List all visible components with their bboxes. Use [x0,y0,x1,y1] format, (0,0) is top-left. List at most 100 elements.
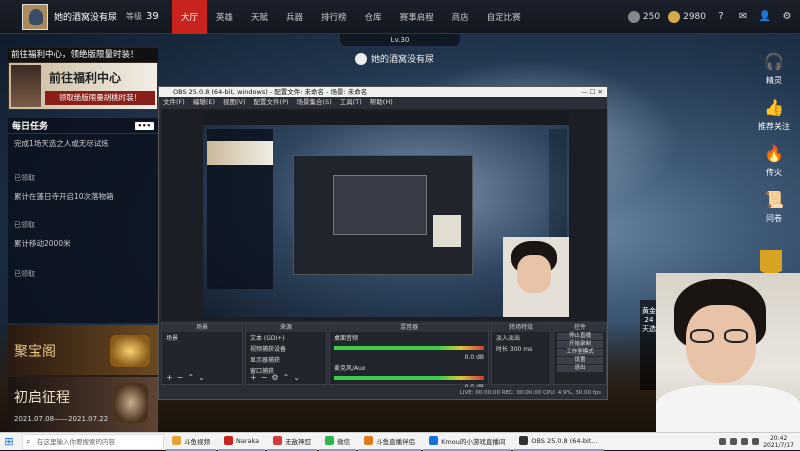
exit-button[interactable]: 退出 [557,365,603,372]
source-buttons[interactable]: +−⚙⌃⌄ [250,373,304,382]
webcam-overlay [656,273,800,432]
tray-icon[interactable] [741,438,749,445]
username: 她的酒窝没有尿 [54,13,118,23]
promo-title: 前往福利中心，领绝版限量时装！ [8,48,158,62]
task-item: 已领取 累计移动2000米 [8,214,158,253]
clock-time: 20:42 [769,434,788,442]
scene-item[interactable]: 场景 [162,332,242,343]
menu-tools[interactable]: 工具(T) [340,97,362,107]
preview-mini-cam [433,215,461,247]
scene-buttons[interactable]: +−⌃⌄ [166,373,209,382]
taskbar-search[interactable]: 在这里输入你要搜索的内容 [22,433,164,450]
menu-file[interactable]: 文件(F) [163,97,185,107]
tab-lobby[interactable]: 大厅 [172,0,208,34]
taskbar-app[interactable]: 微信 [319,433,357,451]
sources-header: 来源 [246,324,326,332]
audio-meter [334,376,484,380]
window-controls[interactable]: — ☐ ✕ [581,87,603,97]
tab-events[interactable]: 赛事启程 [391,0,443,34]
settings-button[interactable]: 设置 [557,357,603,364]
sidebar-item-fire[interactable]: 🔥 传火 [748,144,800,178]
tab-leaderboard[interactable]: 排行榜 [312,0,356,34]
sidebar-item-spirit[interactable]: 🎧 精灵 [748,52,800,86]
mixer-level: 0.0 dB [464,354,484,361]
task-item: 已领取 [8,263,158,283]
taskbar-app[interactable]: OBS 25.0.8 (64-bit... [513,433,604,451]
treasure-label: 聚宝阁 [14,344,56,360]
taskbar: ⊞ 在这里输入你要搜索的内容 斗鱼视频 Naraka 无敌神怼 微信 斗鱼直播伴… [0,432,800,451]
taskbar-app-label: 斗鱼直播伴侣 [376,437,416,446]
tasks-title: 每日任务 [12,122,49,132]
task-item: 已领取 累计在蓬日寺开启10次落物箱 [8,167,158,206]
source-item[interactable]: 视频捕获设备 [246,343,326,354]
user-icon[interactable]: 👤 [758,10,772,24]
treasure-pavilion[interactable]: 聚宝阁 [8,325,158,375]
obs-title-bar[interactable]: OBS 25.0.8 (64-bit, windows) - 配置文件: 未命名… [159,87,607,97]
transition-duration[interactable]: 时长 300 ms [492,343,550,354]
sidebar-item-recommend[interactable]: 👍 推荐关注 [748,98,800,132]
source-item[interactable]: 显示器捕获 [246,354,326,365]
sidebar-item-label: 精灵 [766,76,782,85]
tray-icon[interactable] [752,438,760,445]
taskbar-app[interactable]: Naraka [218,433,266,451]
tasks-more-button[interactable]: ••• [134,121,154,130]
taskbar-app-label: Kmou的小游戏直播间 [441,437,506,446]
tab-heroes[interactable]: 英雄 [207,0,242,34]
event-dates: 2021.07.08——2021.07.22 [14,415,109,423]
taskbar-app[interactable]: Kmou的小游戏直播间 [423,433,512,451]
windows-start-icon[interactable]: ⊞ [0,433,18,451]
tab-talents[interactable]: 天赋 [242,0,277,34]
menu-scene-collection[interactable]: 场景集合(S) [297,97,332,107]
clock[interactable]: 20:42 2021/7/17 [763,435,794,449]
mixer-channel-label: 麦克风/Aux [334,365,366,372]
settings-icon[interactable]: ⚙ [780,10,794,24]
app-icon [172,436,181,445]
avatar[interactable] [22,3,48,30]
taskbar-app-label: 微信 [337,437,351,446]
menu-edit[interactable]: 编辑(E) [193,97,215,107]
event-hat-icon [114,383,148,423]
menu-help[interactable]: 帮助(H) [370,97,393,107]
start-record-button[interactable]: 开始录制 [557,341,603,348]
taskbar-app[interactable]: 斗鱼视频 [166,433,216,451]
transition-select[interactable]: 淡入淡出 [492,332,550,343]
event-banner[interactable]: 初启征程 2021.07.08——2021.07.22 [8,377,158,435]
top-bar: 她的酒窝没有尿 等级 39 大厅 英雄 天赋 兵器 排行榜 仓库 赛事启程 商店… [0,0,800,34]
preview-nested-window-2 [333,175,427,235]
menu-profile[interactable]: 配置文件(P) [254,97,289,107]
tab-custom-match[interactable]: 自定比赛 [478,0,530,34]
gold-currency[interactable]: 2980 [668,10,706,23]
rank-value: 39 [146,11,159,22]
task-item: 完成1场天选之人或无尽试炼 [8,134,158,153]
taskbar-app-label: OBS 25.0.8 (64-bit... [531,436,598,445]
promo-banner[interactable]: 前往福利中心 领取绝版限量胡桃时装！ [8,62,158,110]
headset-icon: 🎧 [764,52,784,71]
main-nav: 大厅 英雄 天赋 兵器 排行榜 仓库 赛事启程 商店 自定比赛 [172,0,530,34]
taskbar-app[interactable]: 无敌神怼 [267,433,318,451]
gold-amount: 2980 [683,11,706,22]
silver-currency[interactable]: 250 [627,10,660,23]
sidebar-item-survey[interactable]: 📜 问卷 [748,190,800,224]
task-status: 已领取 [14,270,35,278]
taskbar-app[interactable]: 斗鱼直播伴侣 [358,433,422,451]
source-item[interactable]: 文本 (GDI+) [246,332,326,343]
mail-icon[interactable]: ✉ [736,10,750,24]
stop-stream-button[interactable]: 停止直播 [557,333,603,340]
tray-icon[interactable] [730,438,738,445]
scenes-dock: 场景 场景 +−⌃⌄ [161,323,243,385]
studio-mode-button[interactable]: 工作室模式 [557,349,603,356]
system-tray: 20:42 2021/7/17 [719,435,800,449]
task-text: 完成1场天选之人或无尽试炼 [14,139,109,148]
audio-meter [334,346,484,350]
tab-warehouse[interactable]: 仓库 [356,0,391,34]
obs-preview[interactable] [161,109,607,321]
right-sidebar: 🎧 精灵 👍 推荐关注 🔥 传火 📜 问卷 [748,52,800,236]
menu-view[interactable]: 视图(V) [223,97,246,107]
room-name-text: 她的酒窝没有尿 [371,55,435,65]
tab-weapons[interactable]: 兵器 [277,0,312,34]
tray-icon[interactable] [719,438,727,445]
mixer-channel-label: 桌面音频 [334,335,359,342]
help-icon[interactable]: ? [714,10,728,24]
taskbar-app-label: Naraka [236,436,260,445]
tab-store[interactable]: 商店 [443,0,478,34]
